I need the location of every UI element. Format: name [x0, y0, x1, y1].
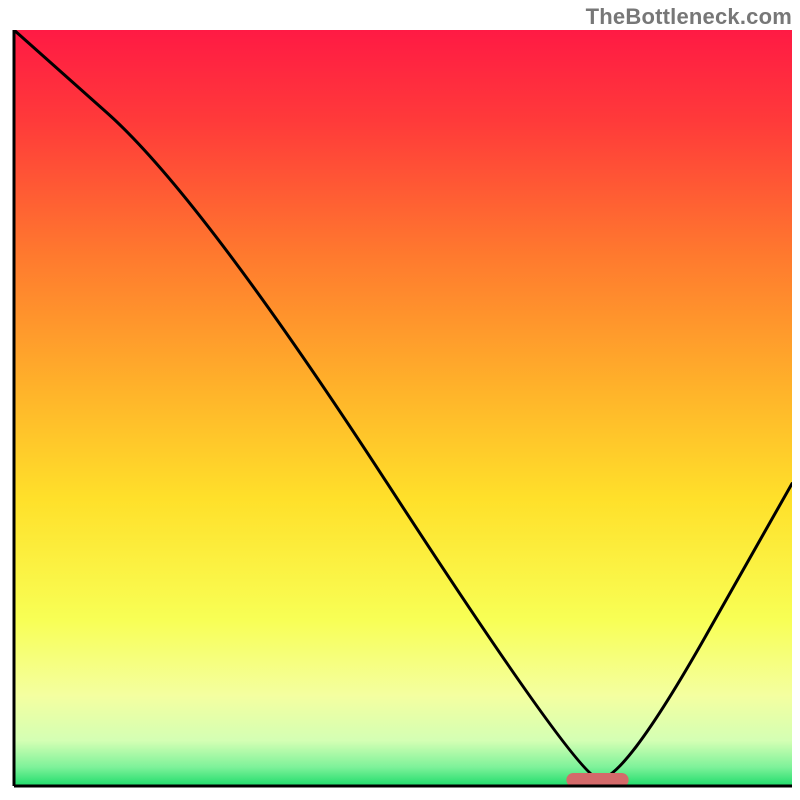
plot-area — [14, 30, 792, 787]
bottleneck-chart — [0, 0, 800, 800]
chart-container: { "watermark": "TheBottleneck.com", "cha… — [0, 0, 800, 800]
gradient-background — [14, 30, 792, 786]
watermark-text: TheBottleneck.com — [586, 4, 792, 30]
